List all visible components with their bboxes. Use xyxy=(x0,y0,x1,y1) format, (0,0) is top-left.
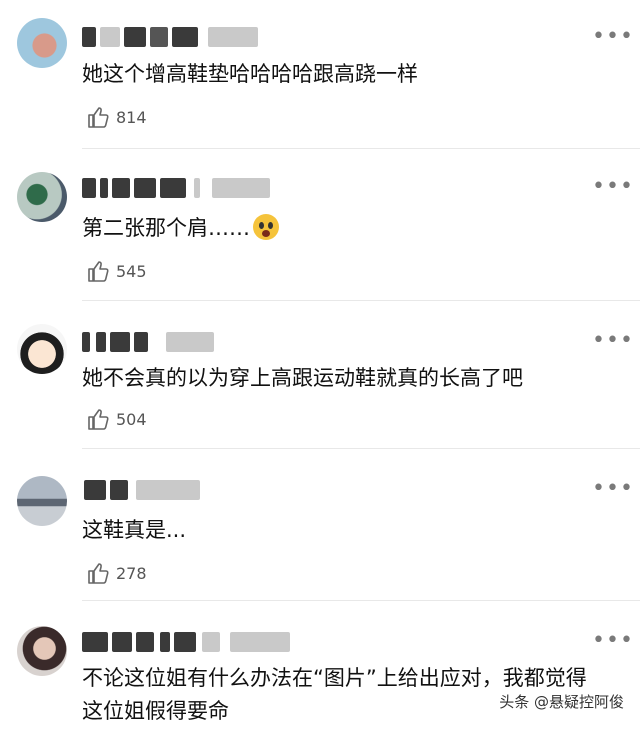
more-options-button[interactable]: ••• xyxy=(592,176,633,198)
like-button[interactable]: 814 xyxy=(87,106,147,128)
comment-text: 第二张那个肩…… xyxy=(82,212,610,245)
avatar[interactable] xyxy=(17,18,67,68)
thumbs-up-icon xyxy=(88,563,109,584)
comment-item: ••• 她不会真的以为穿上高跟运动鞋就真的长高了吧 504 xyxy=(0,302,640,450)
like-count: 278 xyxy=(116,563,147,583)
comment-item: ••• 这鞋真是... 278 xyxy=(0,450,640,602)
fearful-face-emoji-icon xyxy=(253,214,279,240)
username-blurred[interactable] xyxy=(82,632,312,654)
more-options-button[interactable]: ••• xyxy=(592,26,633,48)
divider xyxy=(82,148,640,149)
thumbs-up-icon xyxy=(88,409,109,430)
avatar[interactable] xyxy=(17,626,67,676)
username-blurred[interactable] xyxy=(82,480,282,502)
thumbs-up-icon xyxy=(88,107,109,128)
username-blurred[interactable] xyxy=(82,27,282,49)
more-options-button[interactable]: ••• xyxy=(592,478,633,500)
comment-text-content: 第二张那个肩…… xyxy=(82,216,250,240)
comment-text: 她不会真的以为穿上高跟运动鞋就真的长高了吧 xyxy=(82,366,523,390)
like-count: 504 xyxy=(116,409,147,429)
more-options-button[interactable]: ••• xyxy=(592,330,633,352)
like-count: 545 xyxy=(116,261,147,281)
username-blurred[interactable] xyxy=(82,178,282,200)
like-count: 814 xyxy=(116,107,147,127)
watermark: 头条 @悬疑控阿俊 xyxy=(499,693,624,711)
more-options-button[interactable]: ••• xyxy=(592,630,633,652)
avatar[interactable] xyxy=(17,172,67,222)
comment-text: 她这个增高鞋垫哈哈哈哈跟高跷一样 xyxy=(82,62,418,86)
avatar[interactable] xyxy=(17,476,67,526)
username-blurred[interactable] xyxy=(82,332,282,354)
like-button[interactable]: 278 xyxy=(87,562,147,584)
like-button[interactable]: 545 xyxy=(87,260,147,282)
avatar[interactable] xyxy=(17,324,67,374)
divider xyxy=(82,600,640,601)
comment-item: ••• 第二张那个肩…… 545 xyxy=(0,150,640,302)
thumbs-up-icon xyxy=(88,261,109,282)
comment-item: ••• 她这个增高鞋垫哈哈哈哈跟高跷一样 814 xyxy=(0,0,640,150)
like-button[interactable]: 504 xyxy=(87,408,147,430)
divider xyxy=(82,448,640,449)
comment-text: 这鞋真是... xyxy=(82,518,187,542)
divider xyxy=(82,300,640,301)
